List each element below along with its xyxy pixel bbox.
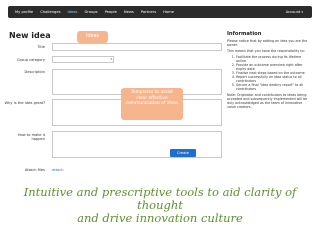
nav-item-groups[interactable]: Groups: [84, 6, 97, 18]
create-button[interactable]: Create: [170, 149, 196, 157]
info-paragraph-note: Note: Originator and contributors to ide…: [227, 93, 308, 109]
group-category-select[interactable]: ▾: [52, 56, 114, 63]
info-paragraph-owner: Please notice that by adding an idea you…: [227, 39, 308, 47]
how-to-make-label-line2: happen: [31, 137, 45, 141]
nav-menu: My profile Challenges Ideas Groups Peopl…: [15, 6, 181, 18]
nav-item-challenges[interactable]: Challenges: [40, 6, 60, 18]
callout-templates: Templates to assist clear effective comm…: [121, 88, 183, 120]
information-title: Information: [227, 31, 262, 37]
callout-ideas: Ideas: [77, 31, 108, 43]
group-category-label: Group category: [17, 58, 45, 62]
title-input[interactable]: [52, 43, 222, 51]
app-screenshot: My profile Challenges Ideas Groups Peopl…: [0, 0, 320, 178]
list-item: Facilitate the process during its lifeti…: [236, 55, 309, 63]
list-item: Secure a final "idea destiny report" to …: [236, 83, 309, 91]
how-to-make-label: How to make it happen: [18, 133, 45, 141]
attach-files-label: Attach files: [24, 168, 45, 172]
description-label: Description: [24, 70, 45, 74]
nav-item-ideas[interactable]: Ideas: [68, 6, 78, 18]
account-menu[interactable]: Account▾: [286, 6, 303, 18]
page-title: New idea: [9, 31, 51, 40]
list-item: Report successfully on idea status to al…: [236, 75, 309, 83]
nav-item-news[interactable]: News: [124, 6, 134, 18]
top-nav-bar: My profile Challenges Ideas Groups Peopl…: [8, 6, 312, 18]
caption-line1: Intuitive and prescriptive tools to aid …: [23, 185, 297, 212]
title-label: Title: [37, 45, 45, 49]
callout-templates-line3: communication of ideas: [125, 101, 179, 107]
information-panel: Information Please notice that by adding…: [227, 31, 309, 111]
list-item: Provide an outcome overview right after …: [236, 63, 309, 71]
nav-item-home[interactable]: Home: [163, 6, 174, 18]
info-paragraph-responsibility: This means that you have the responsibil…: [227, 49, 305, 53]
account-label: Account: [285, 10, 301, 14]
chevron-down-icon: ▾: [110, 57, 112, 61]
chevron-down-icon: ▾: [301, 10, 303, 14]
nav-item-partners[interactable]: Partners: [141, 6, 156, 18]
attach-link[interactable]: attach: [52, 168, 63, 172]
caption-line2: and drive innovation culture: [77, 211, 243, 225]
why-great-label: Why is the idea great?: [4, 101, 45, 105]
responsibility-list: Facilitate the process during its lifeti…: [227, 55, 309, 91]
nav-item-my-profile[interactable]: My profile: [15, 6, 33, 18]
how-to-make-textarea[interactable]: [52, 131, 222, 158]
slide-caption: Intuitive and prescriptive tools to aid …: [0, 186, 320, 225]
nav-item-people[interactable]: People: [105, 6, 117, 18]
